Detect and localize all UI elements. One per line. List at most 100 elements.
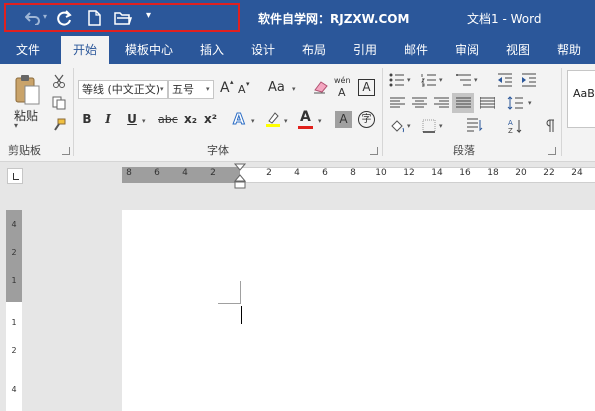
italic-button[interactable]: I <box>100 112 116 126</box>
numbering-icon[interactable] <box>420 72 438 88</box>
shading-dropdown-icon[interactable]: ▾ <box>407 122 411 130</box>
borders-dropdown-icon[interactable]: ▾ <box>439 122 443 130</box>
tab-layout[interactable]: 布局 <box>295 36 333 64</box>
ruler-tick: 24 <box>571 168 583 178</box>
highlight-color-icon[interactable] <box>264 110 282 128</box>
bold-button[interactable]: B <box>79 112 95 126</box>
enclose-characters-icon[interactable]: 字 <box>358 111 375 128</box>
group-separator <box>561 68 562 156</box>
redo-icon[interactable] <box>55 8 75 28</box>
character-shading-icon[interactable]: A <box>335 111 352 128</box>
show-formatting-marks-icon[interactable] <box>540 117 558 135</box>
tab-home[interactable]: 开始 <box>61 36 109 64</box>
increase-indent-icon[interactable] <box>520 72 538 88</box>
undo-icon[interactable] <box>23 8 43 28</box>
tab-view[interactable]: 视图 <box>499 36 537 64</box>
open-folder-icon[interactable] <box>113 8 133 28</box>
undo-dropdown-icon[interactable]: ▾ <box>43 12 47 21</box>
line-spacing-dropdown-icon[interactable]: ▾ <box>528 99 532 107</box>
text-effects-dropdown-icon[interactable]: ▾ <box>251 117 255 125</box>
font-size-dropdown-icon[interactable]: ▾ <box>206 85 210 93</box>
text-effects-icon[interactable]: A <box>233 110 246 129</box>
underline-dropdown-icon[interactable]: ▾ <box>142 117 146 125</box>
tab-references[interactable]: 引用 <box>346 36 384 64</box>
multilevel-list-icon[interactable] <box>455 72 473 88</box>
grow-font-icon[interactable]: A <box>220 80 230 96</box>
font-name-combo[interactable]: 等线 (中文正文) <box>78 80 168 99</box>
ruler-tick: 14 <box>431 168 443 178</box>
paste-dropdown-icon[interactable]: ▾ <box>14 121 18 130</box>
underline-button[interactable]: U <box>124 112 140 126</box>
ruler-tick: 22 <box>543 168 555 178</box>
paragraph-launcher-icon[interactable] <box>548 147 556 155</box>
tab-help[interactable]: 帮助 <box>550 36 588 64</box>
text-cursor <box>241 306 242 324</box>
numbering-dropdown-icon[interactable]: ▾ <box>439 76 443 84</box>
format-painter-icon[interactable] <box>50 116 68 134</box>
font-name-value: 等线 (中文正文) <box>82 83 161 96</box>
ruler-tick: 10 <box>375 168 387 178</box>
tab-selector[interactable] <box>7 168 23 184</box>
align-left-icon[interactable] <box>388 94 406 112</box>
ruler-tick: 16 <box>459 168 471 178</box>
tab-file[interactable]: 文件 <box>8 36 48 64</box>
chinese-layout-icon[interactable] <box>464 115 486 135</box>
paragraph-group-label: 段落 <box>453 144 475 157</box>
ruler-tick: 1 <box>11 318 17 327</box>
character-border-icon[interactable]: A <box>358 79 375 96</box>
align-center-icon[interactable] <box>410 94 428 112</box>
clear-formatting-icon[interactable] <box>312 78 330 96</box>
superscript-button[interactable]: x² <box>204 112 217 126</box>
font-launcher-icon[interactable] <box>370 147 378 155</box>
change-case-dropdown-icon[interactable]: ▾ <box>292 85 296 93</box>
tab-review[interactable]: 审阅 <box>448 36 486 64</box>
document-title: 文档1 - Word <box>467 12 542 26</box>
clipboard-group-label: 剪贴板 <box>8 144 41 157</box>
shading-icon[interactable] <box>388 117 406 135</box>
decrease-indent-icon[interactable] <box>496 72 514 88</box>
distributed-icon[interactable] <box>478 94 496 112</box>
font-name-dropdown-icon[interactable]: ▾ <box>160 85 164 93</box>
borders-icon[interactable] <box>420 117 438 135</box>
paste-icon[interactable] <box>10 72 44 108</box>
style-preview-normal: AaB <box>573 87 595 100</box>
subscript-button[interactable]: x₂ <box>184 112 197 126</box>
bullets-icon[interactable] <box>388 72 406 88</box>
styles-gallery[interactable]: AaB <box>567 70 595 128</box>
multilevel-list-dropdown-icon[interactable]: ▾ <box>474 76 478 84</box>
change-case-icon[interactable]: Aa <box>268 80 285 95</box>
shrink-font-icon[interactable]: A <box>238 83 246 96</box>
sort-icon[interactable]: AZ <box>506 117 524 135</box>
ruler-tick: 8 <box>350 168 356 178</box>
copy-icon[interactable] <box>50 94 68 112</box>
margin-corner-marker <box>218 281 241 304</box>
tab-template-center[interactable]: 模板中心 <box>118 36 180 64</box>
phonetic-guide-icon[interactable]: wén <box>334 76 351 85</box>
first-line-indent-marker[interactable] <box>233 163 247 192</box>
clipboard-launcher-icon[interactable] <box>62 147 70 155</box>
highlight-dropdown-icon[interactable]: ▾ <box>284 117 288 125</box>
group-separator <box>382 68 383 156</box>
new-document-icon[interactable] <box>84 8 104 28</box>
customize-qat-icon[interactable]: ▾ <box>146 10 151 21</box>
justify-icon[interactable] <box>452 93 474 113</box>
ruler-tick: 1 <box>11 276 17 285</box>
cut-icon[interactable] <box>50 72 68 90</box>
ruler-tick: 2 <box>210 168 216 178</box>
document-page[interactable] <box>122 210 595 411</box>
ruler-tick: 2 <box>11 248 17 257</box>
strikethrough-button[interactable]: abc <box>158 113 178 126</box>
font-color-icon[interactable]: A <box>300 109 311 125</box>
grow-font-arrow-icon: ▴ <box>230 78 234 86</box>
ruler-tick: 8 <box>126 168 132 178</box>
ruler-tick: 2 <box>11 346 17 355</box>
font-color-dropdown-icon[interactable]: ▾ <box>318 117 322 125</box>
bullets-dropdown-icon[interactable]: ▾ <box>407 76 411 84</box>
align-right-icon[interactable] <box>432 94 450 112</box>
tab-mailings[interactable]: 邮件 <box>397 36 435 64</box>
line-spacing-icon[interactable] <box>506 94 524 112</box>
tab-design[interactable]: 设计 <box>244 36 282 64</box>
font-size-value: 五号 <box>172 83 194 96</box>
tab-insert[interactable]: 插入 <box>193 36 231 64</box>
group-separator <box>73 68 74 156</box>
